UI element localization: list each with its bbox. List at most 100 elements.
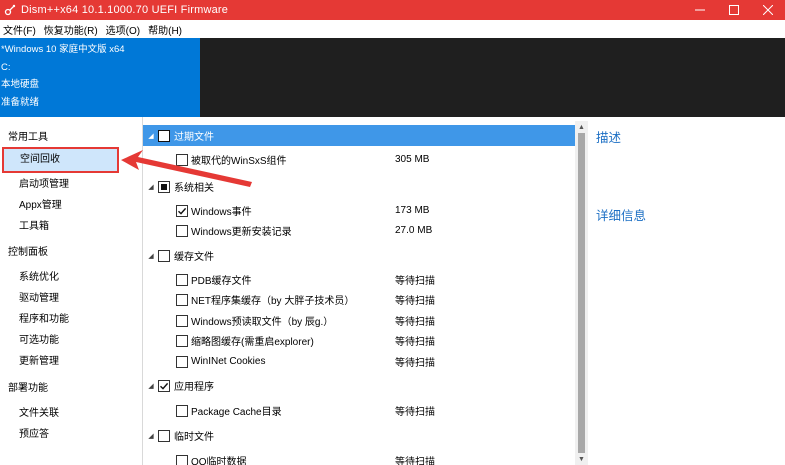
menu-bar: 文件(F) 恢复功能(R) 选项(O) 帮助(H) — [0, 20, 785, 38]
row-size: 等待扫描 — [395, 276, 435, 287]
cleanup-list: ◢ 过期文件 被取代的WinSxS组件 305 MB ◢ 系统相关 Window… — [143, 121, 575, 465]
row-label: 过期文件 — [174, 132, 214, 143]
sidebar-item-toolbox[interactable]: 工具箱 — [19, 217, 49, 232]
checkmark-icon — [160, 382, 169, 390]
row-label: PDB缓存文件 — [191, 276, 252, 287]
checkbox[interactable] — [176, 454, 188, 465]
menu-recovery[interactable]: 恢复功能(R) — [41, 22, 101, 37]
checkbox[interactable] — [176, 204, 188, 217]
list-group-temp-files[interactable]: ◢ 临时文件 — [143, 425, 575, 446]
row-size: 等待扫描 — [395, 407, 435, 418]
row-size: 27.0 MB — [395, 225, 433, 236]
checkbox[interactable] — [158, 249, 170, 262]
sidebar-item-programs[interactable]: 程序和功能 — [19, 310, 69, 325]
row-size: 等待扫描 — [395, 337, 435, 348]
checkbox[interactable] — [176, 355, 188, 368]
list-item-thumbnail-cache[interactable]: 缩略图缓存(需重启explorer) 等待扫描 — [143, 330, 575, 351]
list-item-net-assembly-cache[interactable]: NET程序集缓存（by 大胖子技术员） 等待扫描 — [143, 289, 575, 310]
list-item-update-logs[interactable]: Windows更新安装记录 27.0 MB — [143, 220, 575, 241]
row-label: 系统相关 — [174, 183, 214, 194]
checkbox[interactable] — [176, 293, 188, 306]
description-panel: 描述 详细信息 — [588, 117, 785, 465]
minimize-button[interactable] — [683, 0, 717, 20]
list-item-qq-temp[interactable]: QQ临时数据 等待扫描 — [143, 450, 575, 465]
scrollbar-thumb[interactable] — [578, 133, 585, 453]
sidebar-item-appx[interactable]: Appx管理 — [19, 196, 62, 211]
row-size: 305 MB — [395, 154, 430, 165]
sidebar-item-file-association[interactable]: 文件关联 — [19, 404, 59, 419]
minimize-icon — [695, 9, 705, 11]
collapse-icon[interactable]: ◢ — [147, 382, 155, 390]
row-label: NET程序集缓存（by 大胖子技术员） — [191, 296, 355, 307]
checkmark-icon — [178, 207, 187, 215]
collapse-icon[interactable]: ◢ — [147, 132, 155, 140]
scroll-up-icon[interactable]: ▲ — [575, 121, 588, 133]
drive-type: 本地硬盘 — [1, 79, 40, 90]
sidebar-item-space-cleanup[interactable]: 空间回收 — [2, 147, 119, 173]
list-item-winsxs[interactable]: 被取代的WinSxS组件 305 MB — [143, 149, 575, 170]
checkbox[interactable] — [176, 404, 188, 417]
close-icon — [763, 5, 773, 15]
sidebar-item-updates[interactable]: 更新管理 — [19, 352, 59, 367]
drive-letter: C: — [1, 61, 11, 73]
row-size: 等待扫描 — [395, 358, 435, 369]
row-size: 等待扫描 — [395, 457, 435, 465]
row-label: Windows更新安装记录 — [191, 227, 292, 238]
sidebar-item-optional-features[interactable]: 可选功能 — [19, 331, 59, 346]
checkbox[interactable] — [176, 314, 188, 327]
row-label: 临时文件 — [174, 432, 214, 443]
details-heading: 详细信息 — [596, 209, 647, 223]
row-size: 等待扫描 — [395, 317, 435, 328]
checkbox[interactable] — [176, 334, 188, 347]
close-button[interactable] — [751, 0, 785, 20]
row-label: Windows事件 — [191, 207, 252, 218]
sidebar-section-deployment: 部署功能 — [8, 383, 48, 394]
list-group-expired-files[interactable]: ◢ 过期文件 — [143, 125, 575, 146]
collapse-icon[interactable]: ◢ — [147, 252, 155, 260]
list-scrollbar[interactable]: ▲ ▼ — [575, 121, 588, 465]
list-item-prefetch[interactable]: Windows预读取文件（by 辰g.） 等待扫描 — [143, 310, 575, 331]
list-group-applications[interactable]: ◢ 应用程序 — [143, 375, 575, 396]
checkbox[interactable] — [158, 429, 170, 442]
scroll-down-icon[interactable]: ▼ — [575, 453, 588, 465]
checkbox[interactable] — [158, 129, 170, 142]
checkbox[interactable] — [158, 180, 170, 193]
menu-file[interactable]: 文件(F) — [0, 22, 39, 37]
checkbox[interactable] — [176, 273, 188, 286]
menu-help[interactable]: 帮助(H) — [145, 22, 185, 37]
title-bar: Dism++x64 10.1.1000.70 UEFI Firmware — [0, 0, 785, 20]
session-strip — [200, 38, 785, 117]
collapse-icon[interactable]: ◢ — [147, 183, 155, 191]
sidebar-item-answer-file[interactable]: 预应答 — [19, 425, 49, 440]
list-group-cache[interactable]: ◢ 缓存文件 — [143, 245, 575, 266]
sidebar-section-control-panel: 控制面板 — [8, 247, 48, 258]
sidebar-item-drivers[interactable]: 驱动管理 — [19, 289, 59, 304]
row-size: 等待扫描 — [395, 296, 435, 307]
row-label: Package Cache目录 — [191, 407, 282, 418]
sidebar-item-system-optimize[interactable]: 系统优化 — [19, 268, 59, 283]
row-label: WinINet Cookies — [191, 356, 266, 367]
menu-options[interactable]: 选项(O) — [103, 22, 143, 37]
system-info-panel[interactable]: *Windows 10 家庭中文版 x64 C: 本地硬盘 准备就绪 — [0, 38, 200, 117]
partial-check-icon — [161, 183, 167, 190]
sidebar-item-startup[interactable]: 启动项管理 — [19, 175, 69, 190]
list-item-windows-events[interactable]: Windows事件 173 MB — [143, 200, 575, 221]
checkbox[interactable] — [176, 224, 188, 237]
checkbox[interactable] — [158, 379, 170, 392]
list-item-wininet-cookies[interactable]: WinINet Cookies 等待扫描 — [143, 351, 575, 372]
row-label: QQ临时数据 — [191, 457, 247, 465]
row-label: 缩略图缓存(需重启explorer) — [191, 337, 314, 348]
row-label: 应用程序 — [174, 382, 214, 393]
list-group-system[interactable]: ◢ 系统相关 — [143, 176, 575, 197]
list-item-pdb-cache[interactable]: PDB缓存文件 等待扫描 — [143, 269, 575, 290]
maximize-icon — [729, 5, 739, 15]
status-text: 准备就绪 — [1, 96, 40, 108]
collapse-icon[interactable]: ◢ — [147, 432, 155, 440]
maximize-button[interactable] — [717, 0, 751, 20]
list-item-package-cache[interactable]: Package Cache目录 等待扫描 — [143, 400, 575, 421]
window-title: Dism++x64 10.1.1000.70 UEFI Firmware — [21, 4, 229, 16]
description-heading: 描述 — [596, 131, 622, 145]
row-label: 缓存文件 — [174, 252, 214, 263]
sidebar-section-common-tools: 常用工具 — [8, 132, 48, 143]
checkbox[interactable] — [176, 153, 188, 166]
